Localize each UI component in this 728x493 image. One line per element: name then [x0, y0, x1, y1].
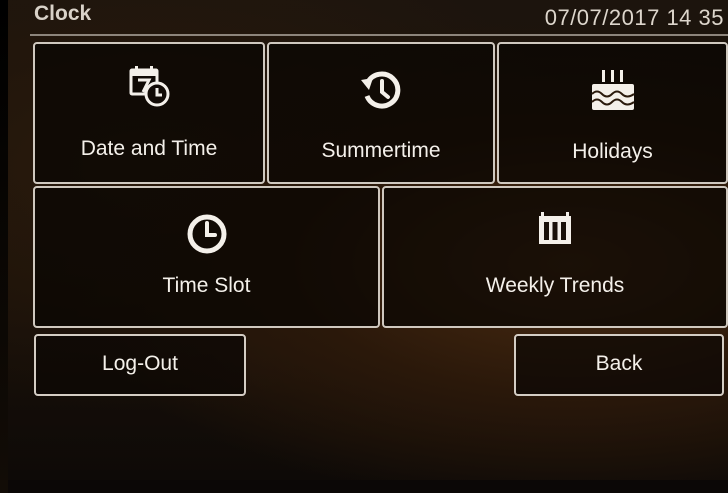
holidays-label: Holidays — [572, 140, 653, 163]
time-slot-label: Time Slot — [162, 274, 251, 297]
weekly-trends-label: Weekly Trends — [485, 274, 625, 297]
device-bezel-bottom — [8, 480, 728, 493]
current-datetime: 07/07/2017 14 35 — [544, 5, 724, 30]
device-bezel-left — [0, 0, 8, 493]
weekly-columns-icon — [539, 212, 571, 244]
status-bar-divider — [30, 34, 728, 36]
back-button[interactable]: Back — [514, 334, 724, 396]
cake-icon — [590, 70, 635, 110]
clock-icon — [187, 214, 226, 254]
summertime-label: Summertime — [321, 139, 441, 162]
time-slot-tile[interactable]: Time Slot — [33, 186, 380, 328]
touch-screen: Clock 07/07/2017 14 35 Date and Time Sum… — [8, 0, 728, 480]
date-and-time-label: Date and Time — [80, 137, 218, 160]
page-title: Clock — [34, 2, 92, 25]
date-and-time-tile[interactable]: Date and Time — [33, 42, 265, 184]
history-clock-icon — [361, 71, 401, 109]
summertime-tile[interactable]: Summertime — [267, 42, 495, 184]
calendar-clock-icon — [129, 66, 170, 107]
holidays-tile[interactable]: Holidays — [497, 42, 728, 184]
status-bar: Clock 07/07/2017 14 35 — [8, 0, 728, 34]
weekly-trends-tile[interactable]: Weekly Trends — [382, 186, 728, 328]
logout-button[interactable]: Log-Out — [34, 334, 246, 396]
